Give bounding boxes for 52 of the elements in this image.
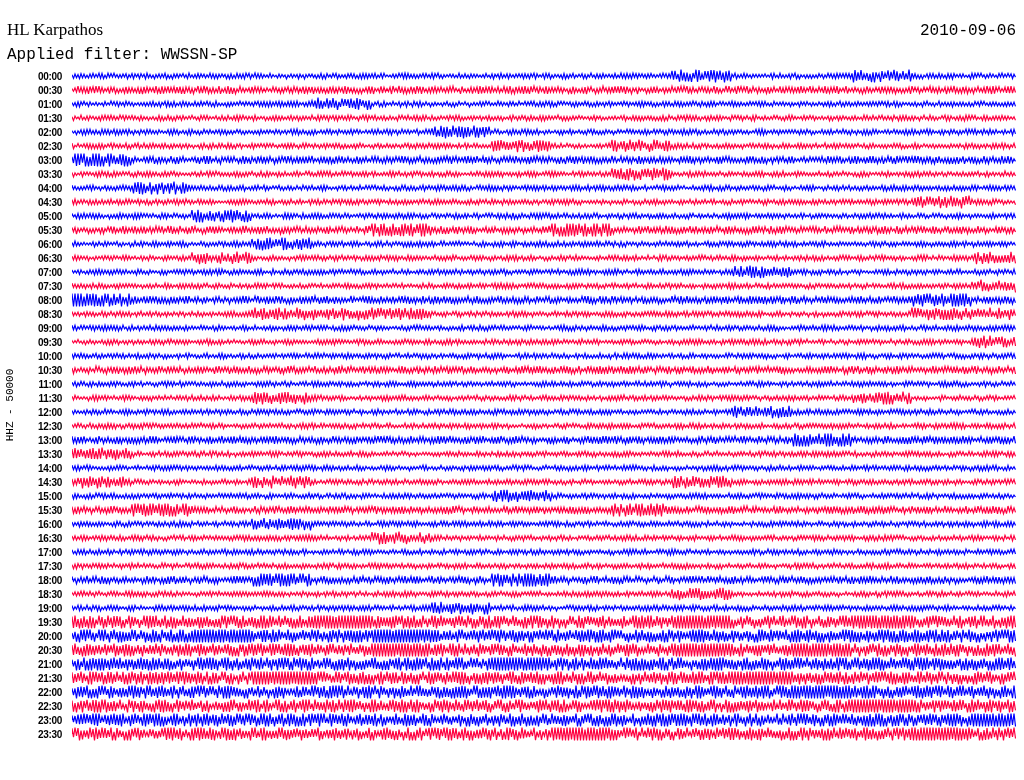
time-label: 00:00: [36, 70, 63, 82]
time-label: 08:30: [36, 308, 63, 320]
time-label: 08:00: [36, 294, 63, 306]
time-label: 21:30: [36, 672, 63, 684]
time-label: 06:30: [36, 252, 63, 264]
time-label: 02:30: [36, 140, 63, 152]
time-label: 07:30: [36, 280, 63, 292]
time-label: 16:30: [36, 532, 63, 544]
time-label: 19:00: [36, 602, 63, 614]
time-label: 00:30: [36, 84, 63, 96]
time-label: 05:00: [36, 210, 63, 222]
time-label: 20:00: [36, 630, 63, 642]
time-label: 21:00: [36, 658, 63, 670]
time-label: 10:00: [36, 350, 63, 362]
time-label: 23:30: [36, 728, 63, 740]
time-label: 12:30: [36, 420, 63, 432]
station-name: HL Karpathos: [7, 20, 104, 40]
time-label: 23:00: [36, 714, 63, 726]
time-label: 06:00: [36, 238, 63, 250]
filter-label: Applied filter: WWSSN-SP: [7, 46, 239, 64]
time-label: 11:30: [37, 392, 63, 404]
time-label: 04:00: [36, 182, 63, 194]
time-label: 16:00: [36, 518, 63, 530]
time-label: 15:00: [36, 490, 63, 502]
time-label: 07:00: [36, 266, 63, 278]
time-label: 09:00: [36, 322, 63, 334]
time-label: 20:30: [36, 644, 63, 656]
time-label: 09:30: [36, 336, 63, 348]
time-label: 10:30: [36, 364, 63, 376]
time-label: 01:30: [36, 112, 63, 124]
time-label: 05:30: [36, 224, 63, 236]
channel-axis-label: HHZ - 50000: [4, 368, 16, 442]
time-label: 03:30: [36, 168, 63, 180]
time-label: 13:30: [36, 448, 63, 460]
time-label: 19:30: [36, 616, 63, 628]
time-label: 11:00: [37, 378, 63, 390]
time-label: 03:00: [36, 154, 63, 166]
time-label: 14:00: [36, 462, 63, 474]
time-label: 18:30: [36, 588, 63, 600]
time-label: 22:30: [36, 700, 63, 712]
time-label: 02:00: [36, 126, 63, 138]
time-label: 01:00: [36, 98, 63, 110]
time-label: 18:00: [36, 574, 63, 586]
time-label: 17:00: [36, 546, 63, 558]
date-label: 2010-09-06: [920, 22, 1016, 40]
time-label: 17:30: [36, 560, 63, 572]
time-label: 15:30: [36, 504, 63, 516]
time-label: 14:30: [36, 476, 63, 488]
time-label: 22:00: [36, 686, 63, 698]
time-label: 12:00: [36, 406, 63, 418]
time-label: 04:30: [36, 196, 63, 208]
time-label: 13:00: [36, 434, 63, 446]
